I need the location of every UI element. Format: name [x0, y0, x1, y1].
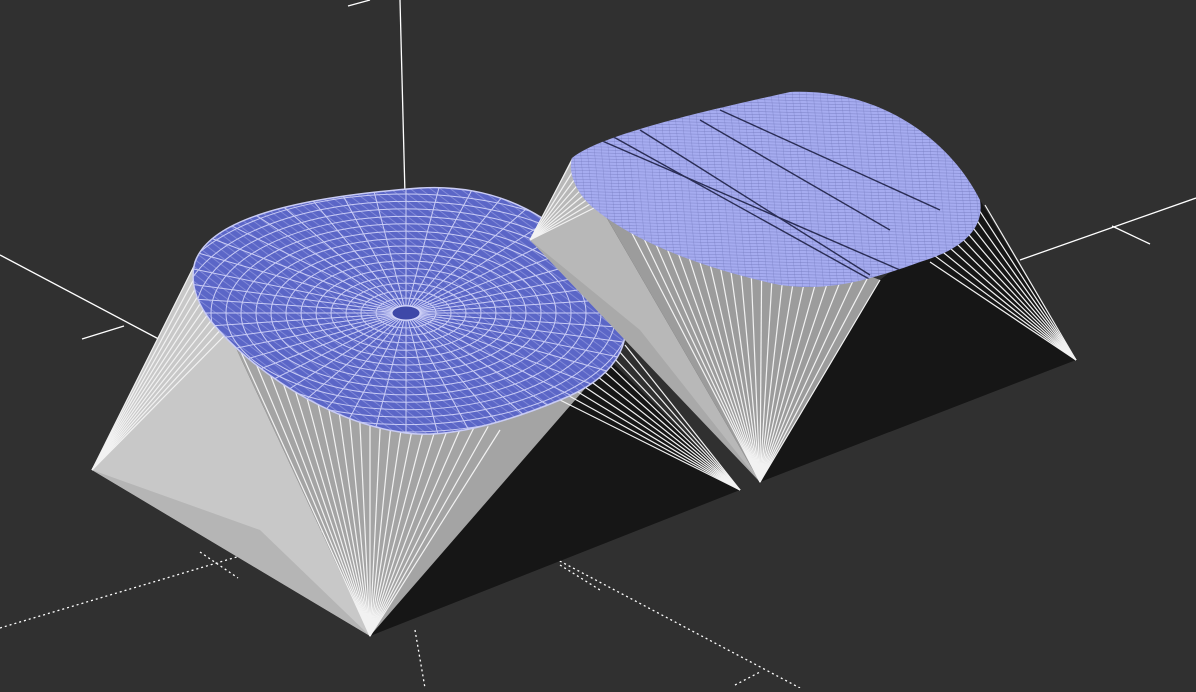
render-canvas[interactable]: [0, 0, 1196, 689]
3d-viewport[interactable]: [0, 0, 1196, 689]
